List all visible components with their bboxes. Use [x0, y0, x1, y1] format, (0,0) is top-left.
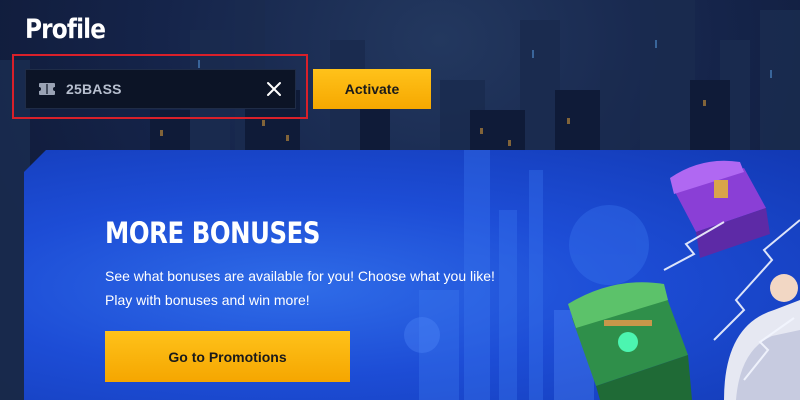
character-illustration — [724, 274, 800, 400]
purple-chest-illustration — [670, 160, 770, 258]
promo-banner: MORE BONUSES See what bonuses are availa… — [24, 150, 800, 400]
promo-code-field[interactable]: 25BASS — [25, 69, 296, 109]
go-to-promotions-button[interactable]: Go to Promotions — [105, 331, 350, 382]
promo-code-value[interactable]: 25BASS — [66, 81, 266, 97]
page-title: Profile — [25, 14, 106, 45]
banner-title: MORE BONUSES — [105, 216, 320, 250]
close-icon[interactable] — [266, 81, 282, 97]
banner-description: See what bonuses are available for you! … — [105, 268, 495, 308]
activate-button[interactable]: Activate — [313, 69, 431, 109]
ticket-icon — [38, 82, 56, 96]
